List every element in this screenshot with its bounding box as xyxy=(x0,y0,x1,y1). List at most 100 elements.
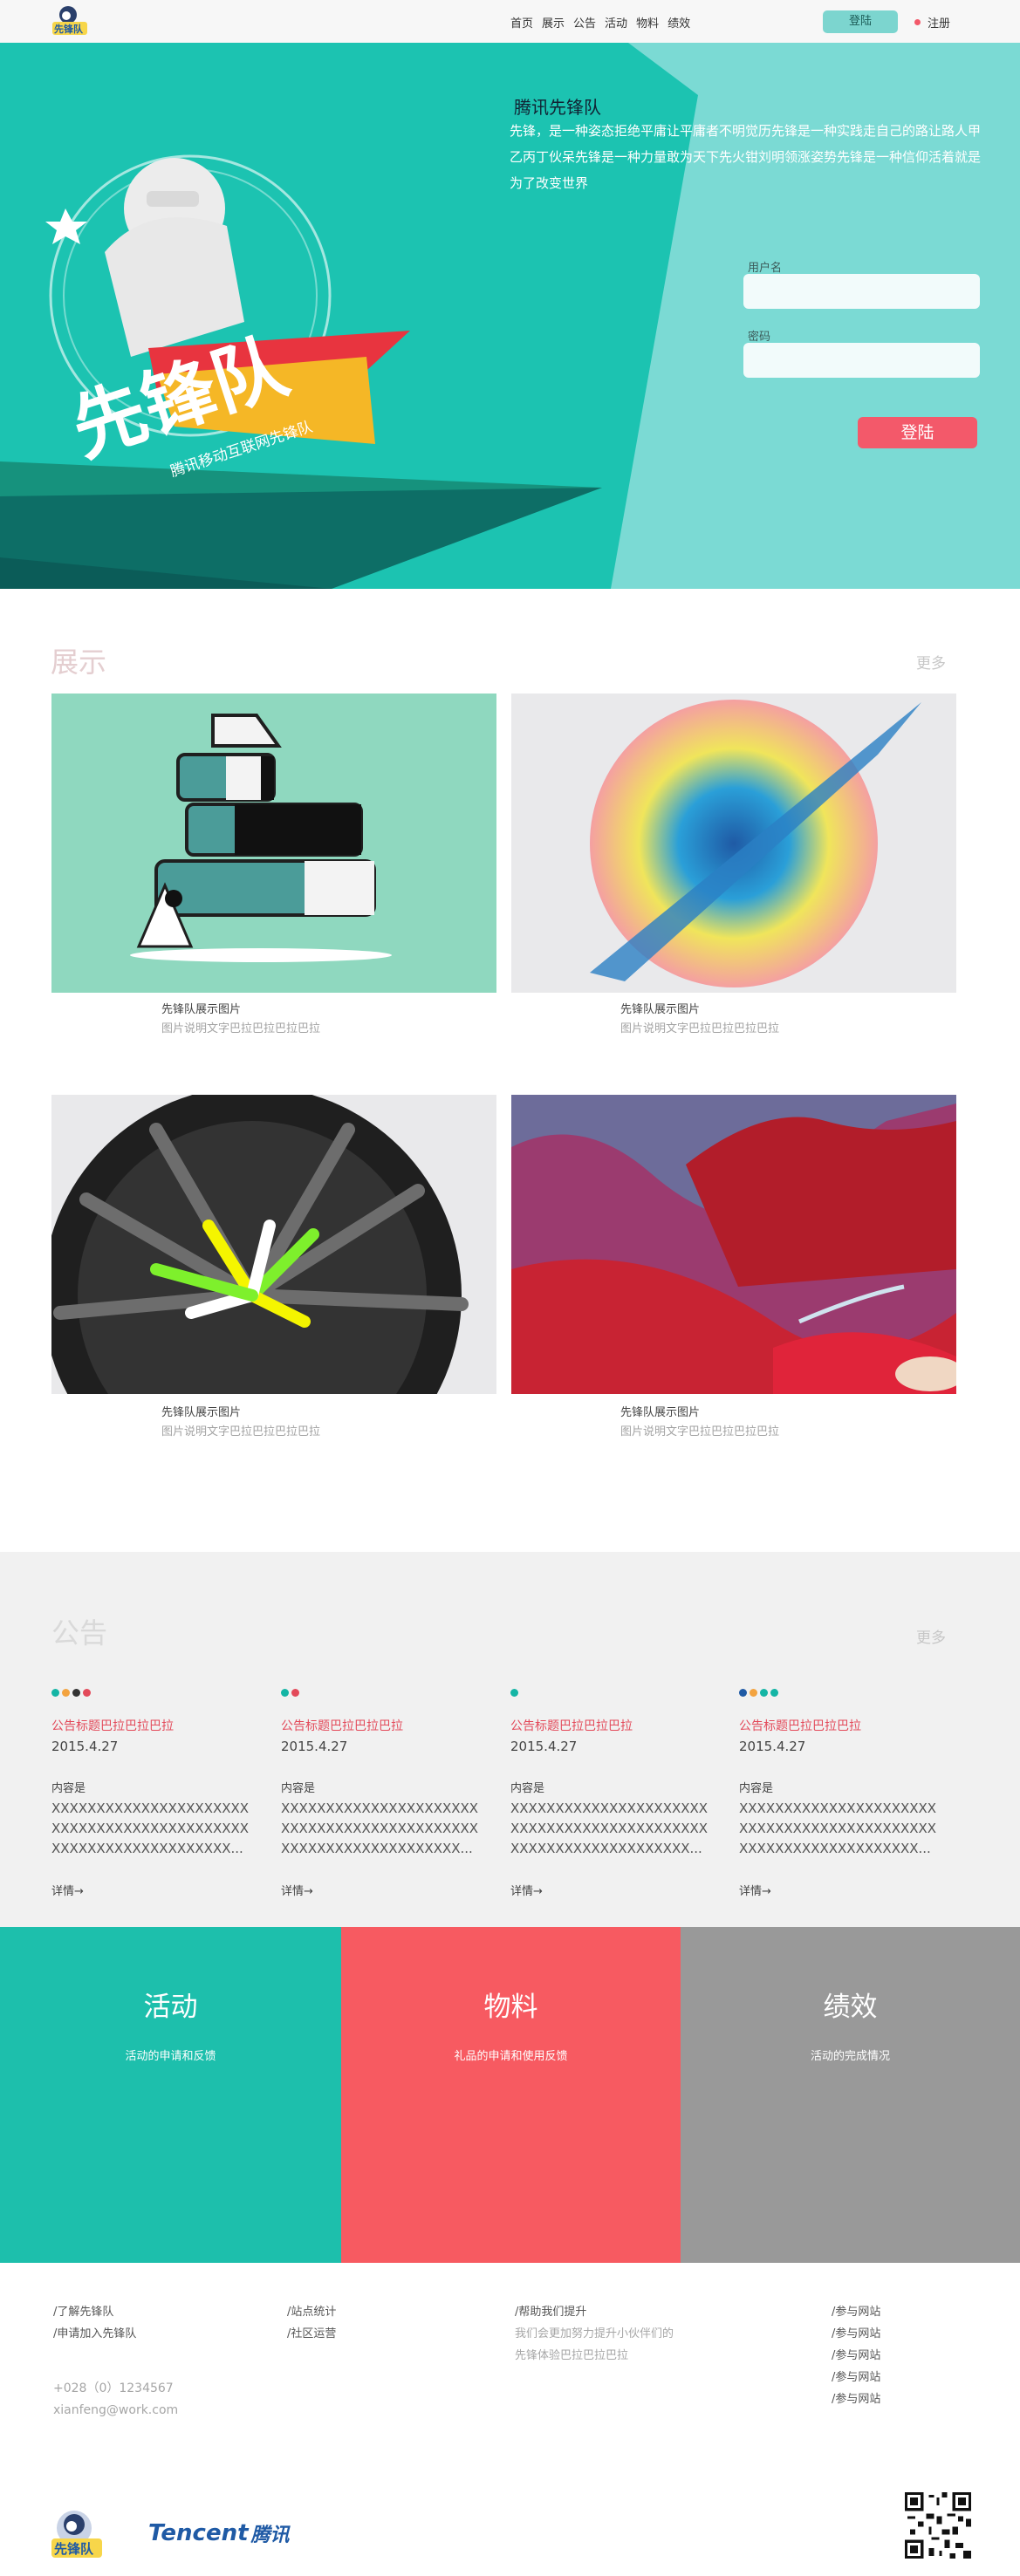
showcase-image-4[interactable] xyxy=(511,1095,956,1394)
feature-subtitle: 活动的申请和反馈 xyxy=(125,2050,216,2063)
notice-item-date: 2015.4.27 xyxy=(739,1739,806,1754)
notice-item-detail-link[interactable]: 详情→ xyxy=(739,1882,940,1898)
dot-icon xyxy=(291,1689,299,1697)
nav-link-materials[interactable]: 物料 xyxy=(636,14,659,31)
footer: /了解先锋队 /申请加入先锋队 /站点统计 /社区运营 /帮助我们提升 我们会更… xyxy=(0,2263,1020,2576)
footer-col-participate: /参与网站 /参与网站 /参与网站 /参与网站 /参与网站 xyxy=(832,2301,880,2410)
password-label: 密码 xyxy=(748,331,771,344)
showcase-image-1[interactable] xyxy=(51,694,496,993)
notice-item-detail-link[interactable]: 详情→ xyxy=(510,1882,711,1898)
hero-text: 先锋，是一种姿态拒绝平庸让平庸者不明觉历先锋是一种实践走自己的路让路人甲乙丙丁伙… xyxy=(510,123,982,191)
notice-item-content: XXXXXXXXXXXXXXXXXXXXXXXXXXXXXXXXXXXXXXXX… xyxy=(51,1800,250,1856)
dot-icon xyxy=(281,1689,289,1697)
showcase-caption-desc-3: 图片说明文字巴拉巴拉巴拉巴拉 xyxy=(161,1425,321,1438)
notice-item-3: 公告标题巴拉巴拉巴拉 2015.4.27 内容是 XXXXXXXXXXXXXXX… xyxy=(510,1689,711,1898)
notice-dots-2 xyxy=(281,1689,482,1698)
footer-link[interactable]: /参与网站 xyxy=(832,2323,880,2345)
notice-item-date: 2015.4.27 xyxy=(510,1739,578,1754)
tencent-logo-en: Tencent xyxy=(148,2520,249,2546)
notice-dots-4 xyxy=(739,1689,940,1698)
showcase-caption-desc-2: 图片说明文字巴拉巴拉巴拉巴拉 xyxy=(620,1022,780,1035)
feature-title: 绩效 xyxy=(823,1992,878,2023)
dot-icon xyxy=(750,1689,757,1697)
showcase-image-2[interactable] xyxy=(511,694,956,993)
showcase-more-link[interactable]: 更多 xyxy=(916,651,946,673)
feature-materials[interactable]: 物料 礼品的申请和使用反馈 xyxy=(341,1927,681,2263)
nav-links: 首页 展示 公告 活动 物料 绩效 xyxy=(510,14,690,31)
notice-item-content: XXXXXXXXXXXXXXXXXXXXXXXXXXXXXXXXXXXXXXXX… xyxy=(739,1800,937,1856)
showcase-caption-title-3: 先锋队展示图片 xyxy=(161,1406,242,1419)
footer-logo-text: 先锋队 xyxy=(54,2541,94,2557)
register-dot-icon xyxy=(914,19,921,25)
notice-dots-1 xyxy=(51,1689,252,1698)
footer-link[interactable]: /参与网站 xyxy=(832,2301,880,2323)
footer-link[interactable]: /帮助我们提升 xyxy=(515,2301,674,2323)
feature-activity[interactable]: 活动 活动的申请和反馈 xyxy=(0,1927,341,2263)
notice-section: 公告 更多 公告标题巴拉巴拉巴拉 2015.4.27 内容是 XXXXXXXXX… xyxy=(0,1552,1020,1927)
showcase-title: 展示 xyxy=(51,646,107,679)
nav-link-showcase[interactable]: 展示 xyxy=(542,14,565,31)
feature-title: 物料 xyxy=(483,1992,538,2023)
footer-link[interactable]: /社区运营 xyxy=(287,2323,336,2345)
notice-item-detail-link[interactable]: 详情→ xyxy=(281,1882,482,1898)
footer-link[interactable]: /参与网站 xyxy=(832,2388,880,2410)
footer-phone: +028（0）1234567 xyxy=(53,2381,174,2395)
tencent-logo[interactable]: Tencent 腾讯 xyxy=(148,2519,290,2547)
showcase-caption-desc-4: 图片说明文字巴拉巴拉巴拉巴拉 xyxy=(620,1425,780,1438)
hero-banner: 先锋队 腾讯移动互联网先锋队 腾讯先锋队 先锋，是一种姿态拒绝平庸让平庸者不明觉… xyxy=(0,43,1020,589)
notice-item-title[interactable]: 公告标题巴拉巴拉巴拉 xyxy=(739,1717,940,1734)
password-field[interactable] xyxy=(743,343,980,378)
footer-col-about: /了解先锋队 /申请加入先锋队 xyxy=(53,2301,136,2345)
dot-icon xyxy=(739,1689,747,1697)
nav-login-button[interactable]: 登陆 xyxy=(823,10,898,33)
hero-title: 腾讯先锋队 xyxy=(514,97,601,118)
footer-help-text: 先锋体验巴拉巴拉巴拉 xyxy=(515,2349,629,2362)
notice-item-title[interactable]: 公告标题巴拉巴拉巴拉 xyxy=(281,1717,482,1734)
notice-item-2: 公告标题巴拉巴拉巴拉 2015.4.27 内容是 XXXXXXXXXXXXXXX… xyxy=(281,1689,482,1898)
footer-link[interactable]: /了解先锋队 xyxy=(53,2301,136,2323)
nav-register-link[interactable]: 注册 xyxy=(914,14,950,31)
top-nav: 先锋队 首页 展示 公告 活动 物料 绩效 登陆 注册 xyxy=(0,0,1020,43)
logo-text: 先锋队 xyxy=(54,23,84,35)
dot-icon xyxy=(62,1689,70,1697)
notice-item-date: 2015.4.27 xyxy=(281,1739,348,1754)
notice-dots-3 xyxy=(510,1689,711,1698)
showcase-illustration-3 xyxy=(51,1095,469,1394)
tencent-logo-cn: 腾讯 xyxy=(250,2525,290,2546)
login-submit-button[interactable]: 登陆 xyxy=(858,417,977,448)
showcase-caption-title-1: 先锋队展示图片 xyxy=(161,1003,242,1016)
dot-icon xyxy=(510,1689,518,1697)
footer-link[interactable]: /站点统计 xyxy=(287,2301,336,2323)
footer-link[interactable]: /参与网站 xyxy=(832,2367,880,2388)
notice-item-content-label: 内容是 xyxy=(510,1782,545,1795)
footer-link[interactable]: /参与网站 xyxy=(832,2345,880,2367)
username-field[interactable] xyxy=(743,274,980,309)
dot-icon xyxy=(83,1689,91,1697)
showcase-caption-title-2: 先锋队展示图片 xyxy=(620,1003,701,1016)
dot-icon xyxy=(770,1689,778,1697)
footer-email[interactable]: xianfeng@work.com xyxy=(53,2400,178,2422)
username-label: 用户名 xyxy=(748,262,783,275)
nav-link-home[interactable]: 首页 xyxy=(510,14,533,31)
qr-code xyxy=(905,2492,971,2559)
footer-col-help: /帮助我们提升 我们会更加努力提升小伙伴们的 先锋体验巴拉巴拉巴拉 xyxy=(515,2301,674,2367)
notice-item-title[interactable]: 公告标题巴拉巴拉巴拉 xyxy=(510,1717,711,1734)
nav-link-performance[interactable]: 绩效 xyxy=(667,14,690,31)
notice-item-4: 公告标题巴拉巴拉巴拉 2015.4.27 内容是 XXXXXXXXXXXXXXX… xyxy=(739,1689,940,1898)
notice-item-detail-link[interactable]: 详情→ xyxy=(51,1882,252,1898)
showcase-illustration-4 xyxy=(511,1095,956,1394)
notice-item-content-label: 内容是 xyxy=(739,1782,774,1795)
showcase-image-3[interactable] xyxy=(51,1095,496,1394)
notice-more-link[interactable]: 更多 xyxy=(916,1625,946,1647)
footer-logo[interactable]: 先锋队 xyxy=(48,2505,106,2563)
notice-item-1: 公告标题巴拉巴拉巴拉 2015.4.27 内容是 XXXXXXXXXXXXXXX… xyxy=(51,1689,252,1898)
site-logo[interactable]: 先锋队 xyxy=(51,3,91,38)
nav-link-activity[interactable]: 活动 xyxy=(605,14,627,31)
footer-contact: +028（0）1234567 xianfeng@work.com xyxy=(53,2378,178,2422)
feature-performance[interactable]: 绩效 活动的完成情况 xyxy=(681,1927,1020,2263)
footer-link[interactable]: /申请加入先锋队 xyxy=(53,2323,136,2345)
feature-subtitle: 活动的完成情况 xyxy=(810,2050,890,2063)
nav-link-notice[interactable]: 公告 xyxy=(573,14,596,31)
notice-item-title[interactable]: 公告标题巴拉巴拉巴拉 xyxy=(51,1717,252,1734)
dot-icon xyxy=(760,1689,768,1697)
